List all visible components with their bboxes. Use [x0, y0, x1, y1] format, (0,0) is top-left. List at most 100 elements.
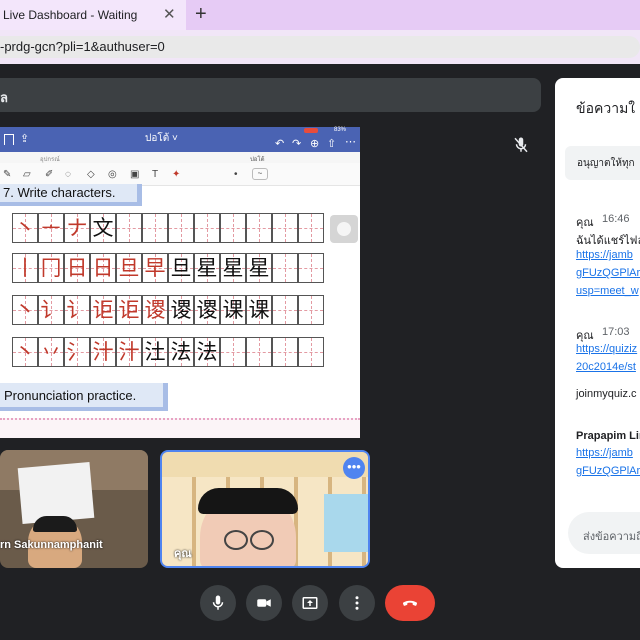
stroke-order-character: 课 — [248, 298, 270, 322]
laser-pointer-icon[interactable]: ✦ — [172, 169, 180, 180]
stroke-order-character: 丨 — [14, 256, 36, 280]
writing-cell — [246, 337, 272, 367]
stroke-order-character: 星 — [222, 256, 244, 280]
chat-link[interactable]: gFUzQGPlAr — [576, 465, 640, 477]
stroke-order-character: 丷 — [40, 340, 62, 364]
writing-cell — [272, 337, 298, 367]
writing-cell — [298, 253, 324, 283]
stroke-order-character: 汁 — [118, 340, 140, 364]
worksheet-heading-1: 7. Write characters. — [3, 185, 116, 200]
tab-close-icon[interactable]: ✕ — [163, 5, 176, 23]
microphone-button[interactable] — [200, 585, 236, 621]
stroke-order-character: 旦 — [118, 256, 140, 280]
stroke-order-character: 文 — [92, 216, 114, 240]
chat-title: ข้อความใ — [576, 100, 636, 116]
lasso-icon[interactable]: ◌ — [65, 169, 71, 180]
participant-tile[interactable]: rn Sakunnamphanit — [0, 450, 148, 568]
participant-hair — [33, 516, 77, 532]
hang-up-icon — [402, 600, 418, 606]
stroke-order-character: 谡 — [144, 298, 166, 322]
tab-title: Live Dashboard - Waiting — [3, 8, 138, 22]
paper-sheet — [17, 461, 95, 525]
share-icon[interactable]: ⇧ — [327, 137, 336, 150]
writing-cell — [272, 253, 298, 283]
pen-style-icon[interactable]: ~ — [252, 168, 268, 180]
chat-time: 16:46 — [602, 213, 630, 225]
writing-cell — [116, 213, 142, 243]
chat-sender: Prapapim Lin — [576, 430, 640, 442]
eraser-icon[interactable]: ▱ — [23, 169, 31, 180]
stroke-order-character: 讠 — [40, 298, 62, 322]
mic-off-icon — [512, 136, 530, 159]
shapes-icon[interactable]: ◇ — [87, 169, 95, 180]
chat-time: 17:03 — [602, 326, 630, 338]
stroke-order-character: 日 — [66, 256, 88, 280]
stroke-order-character: 讵 — [92, 298, 114, 322]
writing-cell — [298, 295, 324, 325]
stroke-order-character: 丶 — [14, 340, 36, 364]
floating-handle-knob — [337, 222, 351, 236]
chat-sender: คุณ — [576, 217, 594, 229]
stroke-order-character: 汢 — [144, 340, 166, 364]
stroke-order-character: 早 — [144, 256, 166, 280]
more-icon[interactable]: ⋯ — [345, 135, 356, 148]
color-dot-icon[interactable]: • — [234, 169, 238, 180]
present-button[interactable] — [292, 585, 328, 621]
self-view-tile[interactable]: ••• คุณ — [160, 450, 370, 568]
participant-name: rn Sakunnamphanit — [0, 539, 103, 551]
chat-setting-text: อนุญาตให้ทุก — [577, 158, 635, 169]
stroke-order-character: 旦 — [170, 256, 192, 280]
stroke-order-character: 丶 — [14, 216, 36, 240]
more-vertical-icon — [355, 596, 359, 610]
writing-cell — [220, 213, 246, 243]
stroke-order-character: 讵 — [118, 298, 140, 322]
room-window — [324, 494, 368, 552]
pen-icon[interactable]: ✎ — [3, 169, 11, 180]
chat-link[interactable]: https://jamb — [576, 249, 633, 261]
stroke-order-character: 谡 — [170, 298, 192, 322]
chat-panel: ข้อความใ อนุญาตให้ทุก คุณ 16:46 ฉันได้แช… — [555, 78, 640, 568]
present-screen-icon — [302, 597, 318, 609]
chat-message: joinmyquiz.c — [576, 388, 637, 400]
redo-icon[interactable]: ↷ — [292, 137, 301, 150]
chat-message: ฉันได้แชร์ไฟล — [576, 235, 640, 247]
stroke-order-character: 氵 — [66, 340, 88, 364]
more-options-button[interactable] — [339, 585, 375, 621]
glasses-lens — [250, 530, 274, 550]
participant-name: คุณ — [174, 548, 192, 560]
writing-cell — [220, 337, 246, 367]
new-tab-button[interactable]: + — [195, 3, 207, 26]
add-page-icon[interactable]: ⊕ — [310, 137, 319, 150]
writing-cell — [272, 213, 298, 243]
stroke-order-character: 冂 — [40, 256, 62, 280]
share-icon[interactable]: ⇪ — [20, 132, 29, 145]
chat-link[interactable]: https://quiziz — [576, 343, 637, 355]
bookmark-icon[interactable] — [4, 134, 14, 145]
text-box-icon[interactable]: ◎ — [108, 169, 117, 180]
highlighter-icon[interactable]: ✐ — [45, 169, 53, 180]
stroke-order-character: 课 — [222, 298, 244, 322]
more-options-icon[interactable]: ••• — [343, 457, 365, 479]
end-call-button[interactable] — [385, 585, 435, 621]
stroke-order-character: 讠 — [66, 298, 88, 322]
chat-link[interactable]: https://jamb — [576, 447, 633, 459]
text-icon[interactable]: T — [152, 169, 158, 180]
chat-link[interactable]: usp=meet_w — [576, 285, 639, 297]
url-text[interactable]: -prdg-gcn?pli=1&authuser=0 — [0, 39, 165, 54]
stroke-order-character: 丶 — [14, 298, 36, 322]
chat-sender: คุณ — [576, 330, 594, 342]
camera-button[interactable] — [246, 585, 282, 621]
stroke-order-character: ナ — [66, 216, 88, 240]
stroke-order-character: 谡 — [196, 298, 218, 322]
image-icon[interactable]: ▣ — [130, 169, 139, 180]
undo-icon[interactable]: ↶ — [275, 137, 284, 150]
meeting-header — [0, 78, 541, 112]
stroke-order-character: 日 — [92, 256, 114, 280]
participant-hair — [198, 488, 298, 514]
stroke-order-character: 法 — [196, 340, 218, 364]
notes-app-title: ปอโต้ ˅ — [145, 133, 178, 144]
chat-link[interactable]: gFUzQGPlAr — [576, 267, 640, 279]
writing-cell — [194, 213, 220, 243]
chat-link[interactable]: 20c2014e/st — [576, 361, 636, 373]
recording-indicator — [304, 128, 318, 133]
